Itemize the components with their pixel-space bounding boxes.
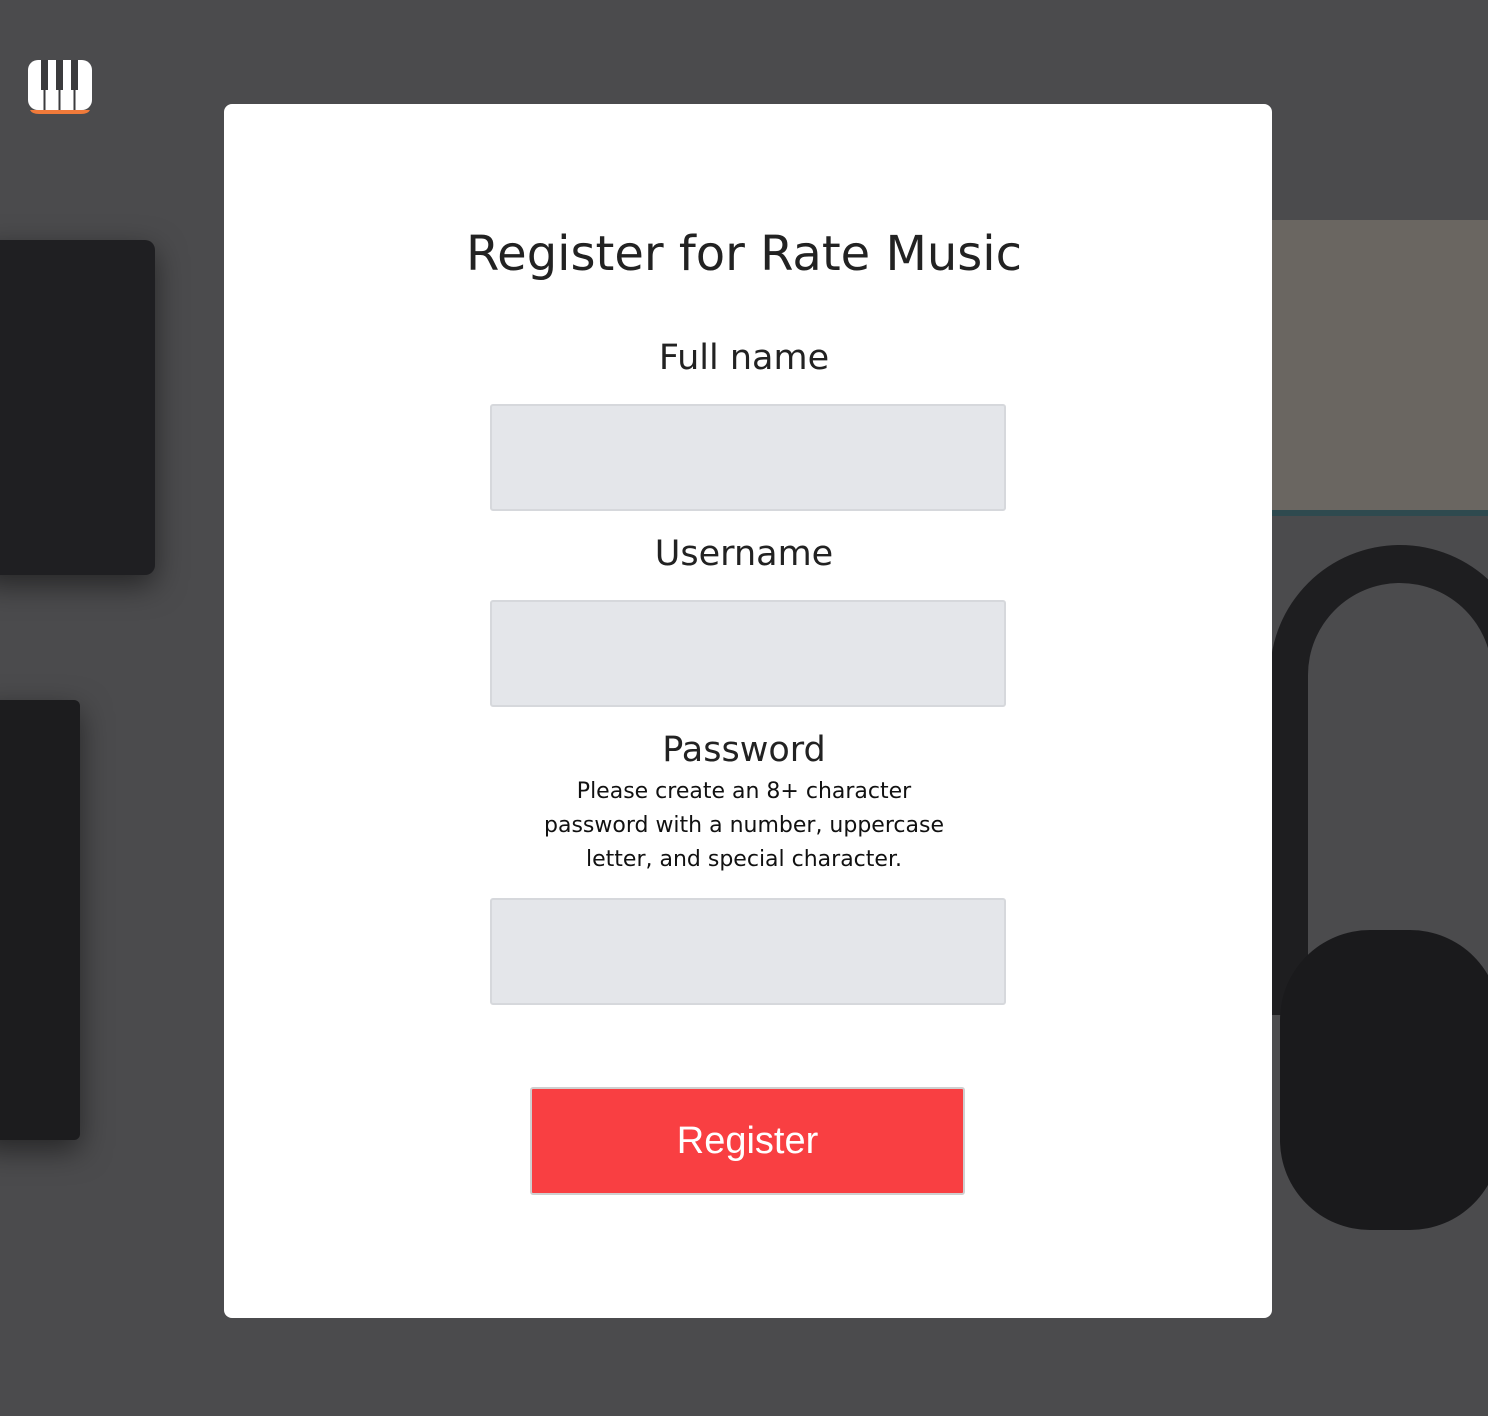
username-label: Username — [654, 534, 834, 574]
full-name-label: Full name — [658, 338, 830, 378]
password-hint-line: letter, and special character. — [586, 847, 902, 872]
password-input[interactable] — [490, 898, 1006, 1005]
register-button[interactable]: Register — [530, 1087, 965, 1195]
piano-keys-icon[interactable] — [27, 58, 93, 116]
password-hint-line: Please create an 8+ character — [576, 779, 912, 804]
password-hint: Please create an 8+ character password w… — [0, 775, 1488, 877]
password-hint-line: password with a number, uppercase — [544, 813, 944, 838]
full-name-input[interactable] — [490, 404, 1006, 511]
username-input[interactable] — [490, 600, 1006, 707]
background-earcup — [1280, 930, 1488, 1230]
password-label: Password — [662, 730, 826, 770]
page-title: Register for Rate Music — [465, 226, 1023, 282]
background-wallet — [0, 240, 155, 575]
